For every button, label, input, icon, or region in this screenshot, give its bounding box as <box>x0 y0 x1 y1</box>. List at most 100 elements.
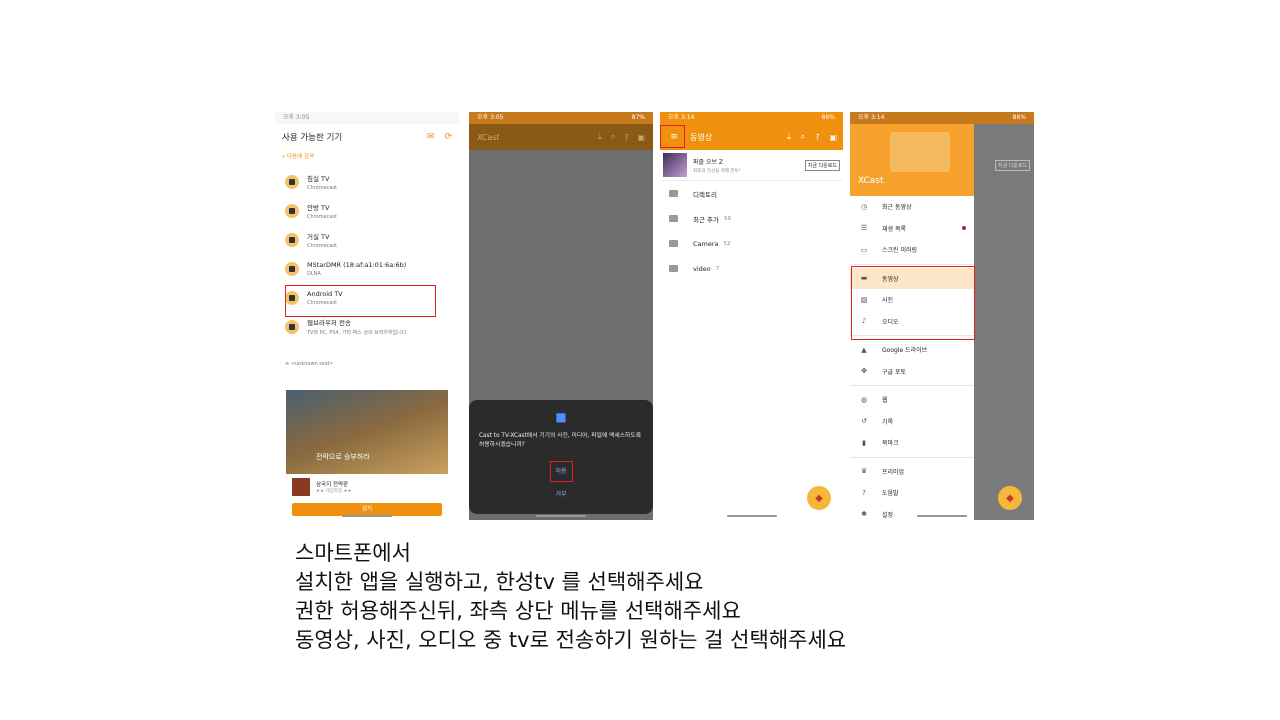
folder-count: 7 <box>715 265 720 272</box>
drawer-item[interactable]: ✤ 구글 포토 <box>850 361 974 383</box>
refresh-icon[interactable]: ⟳ <box>444 132 452 142</box>
highlight-allow <box>550 461 573 482</box>
photos-icon: ✤ <box>861 367 867 376</box>
status-time: 오후 3:14 <box>858 114 885 121</box>
search-icon[interactable]: ⌕ <box>801 132 805 142</box>
folder-icon <box>669 265 678 272</box>
download-icon[interactable]: ⤓ <box>598 132 602 142</box>
highlight-menu <box>660 125 685 148</box>
drawer-item-label: 설정 <box>882 511 894 519</box>
drawer-item[interactable]: ◷ 최근 동영상 <box>850 196 974 218</box>
status-bar: 오후 3:05 <box>275 112 459 124</box>
bookmark-icon: ▮ <box>862 438 866 447</box>
drawer-item-label: Google 드라이브 <box>882 347 928 355</box>
folder-item[interactable]: Camera 52 <box>660 231 843 256</box>
cast-device-icon <box>285 174 299 189</box>
background-download-button: 지금 다운로드 <box>995 160 1031 171</box>
drawer-item[interactable]: ✱ 설정 <box>850 504 974 521</box>
folder-name: Camera <box>693 239 719 248</box>
drawer-item[interactable]: ☰ 재생 목록 <box>850 218 974 240</box>
ad-app-name: 삼국지 전략판 <box>316 482 349 488</box>
drawer-item-label: 재생 목록 <box>882 225 906 233</box>
history-icon: ↺ <box>861 417 867 426</box>
status-time: 오후 3:05 <box>477 114 504 121</box>
cast-icon[interactable]: ▣ <box>637 133 645 142</box>
app-bar: XCast ⤓ ⌕ ? ▣ <box>469 124 653 150</box>
folder-name: video <box>693 264 711 273</box>
search-label: 다음에 검색 <box>286 154 314 160</box>
status-battery: 87% <box>631 114 645 121</box>
search-link[interactable]: ⌕ 다음에 검색 <box>275 150 459 167</box>
caption-line: 권한 허용해주신뒤, 좌측 상단 메뉴를 선택해주세요 <box>295 599 741 623</box>
device-item[interactable]: 침실 TV Chromecast <box>275 167 459 196</box>
drawer-items: ◷ 최근 동영상 ☰ 재생 목록 ▭ 스크린 미러링 ▬ 동영상 ▨ 사진 ♪ 오디오 ▲ Google … <box>850 196 974 520</box>
download-icon[interactable]: ⤓ <box>787 132 791 142</box>
folder-item[interactable]: video 7 <box>660 256 843 281</box>
search-icon[interactable]: ⌕ <box>611 132 615 142</box>
drawer-item[interactable]: ? 도움말 <box>850 482 974 504</box>
folder-list: 디렉토리최근 추가 59 Camera 52 video 7 <box>660 181 843 281</box>
drawer-item-label: 북마크 <box>882 440 899 448</box>
drive-icon: ▲ <box>861 345 867 354</box>
help-icon[interactable]: ? <box>624 133 628 142</box>
drawer-divider <box>850 456 974 458</box>
status-time: 오후 3:14 <box>668 114 695 121</box>
phone-screenshot-device-list: 오후 3:05 사용 가능한 기기 ✉ ⟳ ⌕ 다음에 검색 침실 TV Chro… <box>275 112 459 520</box>
ad-banner-text: 전략으로 승부하라 <box>316 453 370 461</box>
ad-download-button[interactable]: 지금 다운로드 <box>804 159 840 171</box>
drawer-item-label: 프리미엄 <box>882 468 905 476</box>
drawer-item-label: 기록 <box>882 418 894 426</box>
caption-line: 동영상, 사진, 오디오 중 tv로 전송하기 원하는 걸 선택해주세요 <box>295 628 847 652</box>
drawer-item[interactable]: ▲ Google 드라이브 <box>850 339 974 361</box>
device-item[interactable]: 안방 TV Chromecast <box>275 196 459 225</box>
status-time: 오후 3:05 <box>283 114 310 121</box>
drawer-item[interactable]: ♛ 프리미엄 <box>850 461 974 483</box>
device-item[interactable]: 거실 TV Chromecast <box>275 225 459 254</box>
popcorn-icon[interactable]: ◆ <box>807 486 831 510</box>
help-icon: ? <box>862 488 866 497</box>
drawer-item[interactable]: ▮ 북마크 <box>850 432 974 454</box>
ad-thumbnail <box>663 153 687 177</box>
wifi-ssid: ≋ <unknown ssid> <box>275 361 459 367</box>
drawer-item[interactable]: ▭ 스크린 미러링 <box>850 239 974 261</box>
cast-device-icon <box>285 203 299 218</box>
folder-icon <box>669 190 678 197</box>
status-battery: 86% <box>821 114 835 121</box>
drawer-item[interactable]: ◍ 웹 <box>850 389 974 411</box>
folder-count: 52 <box>723 240 731 247</box>
drawer-illustration <box>890 132 950 172</box>
folder-item[interactable]: 디렉토리 <box>660 181 843 206</box>
phone-screenshot-permission: 오후 3:05 87% XCast ⤓ ⌕ ? ▣ ■ Cast to TV-X… <box>469 112 653 520</box>
ad-app-rating: ★★ 게임특징 ★★ <box>316 489 352 494</box>
phone-screenshot-videos: 오후 3:14 86% ≡ 동영상 ⤓ ⌕ ? ▣ 퍼즐 오브 Z 최후의 전선… <box>660 112 843 520</box>
device-name: 안방 TV <box>307 203 330 212</box>
folder-name: 디렉토리 <box>693 190 717 199</box>
ad-banner[interactable]: 전략으로 승부하라 삼국지 전략판 ★★ 게임특징 ★★ 설치 <box>286 390 448 516</box>
folder-item[interactable]: 최근 추가 59 <box>660 206 843 231</box>
status-battery: 86% <box>1012 114 1026 121</box>
drawer-item-label: 구글 포토 <box>882 368 906 376</box>
ssid-label: <unknown ssid> <box>290 361 334 367</box>
cast-icon[interactable]: ▣ <box>829 133 837 142</box>
cast-device-icon <box>285 261 299 276</box>
ad-app-row: 삼국지 전략판 ★★ 게임특징 ★★ <box>286 474 448 500</box>
help-icon[interactable]: ? <box>815 133 819 142</box>
device-item[interactable]: MStarDMR (18:af:a1:01:6a:6b) DLNA <box>275 254 459 283</box>
popcorn-icon: ◆ <box>998 486 1022 510</box>
highlight-media-group <box>851 266 975 340</box>
notification-dot <box>962 226 966 231</box>
mail-icon[interactable]: ✉ <box>427 132 435 142</box>
ad-row[interactable]: 퍼즐 오브 Z 최후의 전선을 위해 전투! 지금 다운로드 <box>660 150 843 181</box>
nav-pill <box>726 515 777 517</box>
app-title: XCast <box>477 132 500 142</box>
ad-app-icon <box>292 478 310 496</box>
deny-button[interactable]: 거부 <box>469 489 653 498</box>
device-name: 웹브라우저 전송 <box>307 319 351 327</box>
drawer-item[interactable]: ↺ 기록 <box>850 411 974 433</box>
status-bar: 오후 3:05 87% <box>469 112 653 124</box>
wifi-icon: ≋ <box>285 361 290 367</box>
device-type: Chromecast <box>307 242 337 249</box>
caption-line: 스마트폰에서 <box>295 541 411 565</box>
globe-icon: ◍ <box>860 395 868 404</box>
nav-pill <box>917 515 967 517</box>
